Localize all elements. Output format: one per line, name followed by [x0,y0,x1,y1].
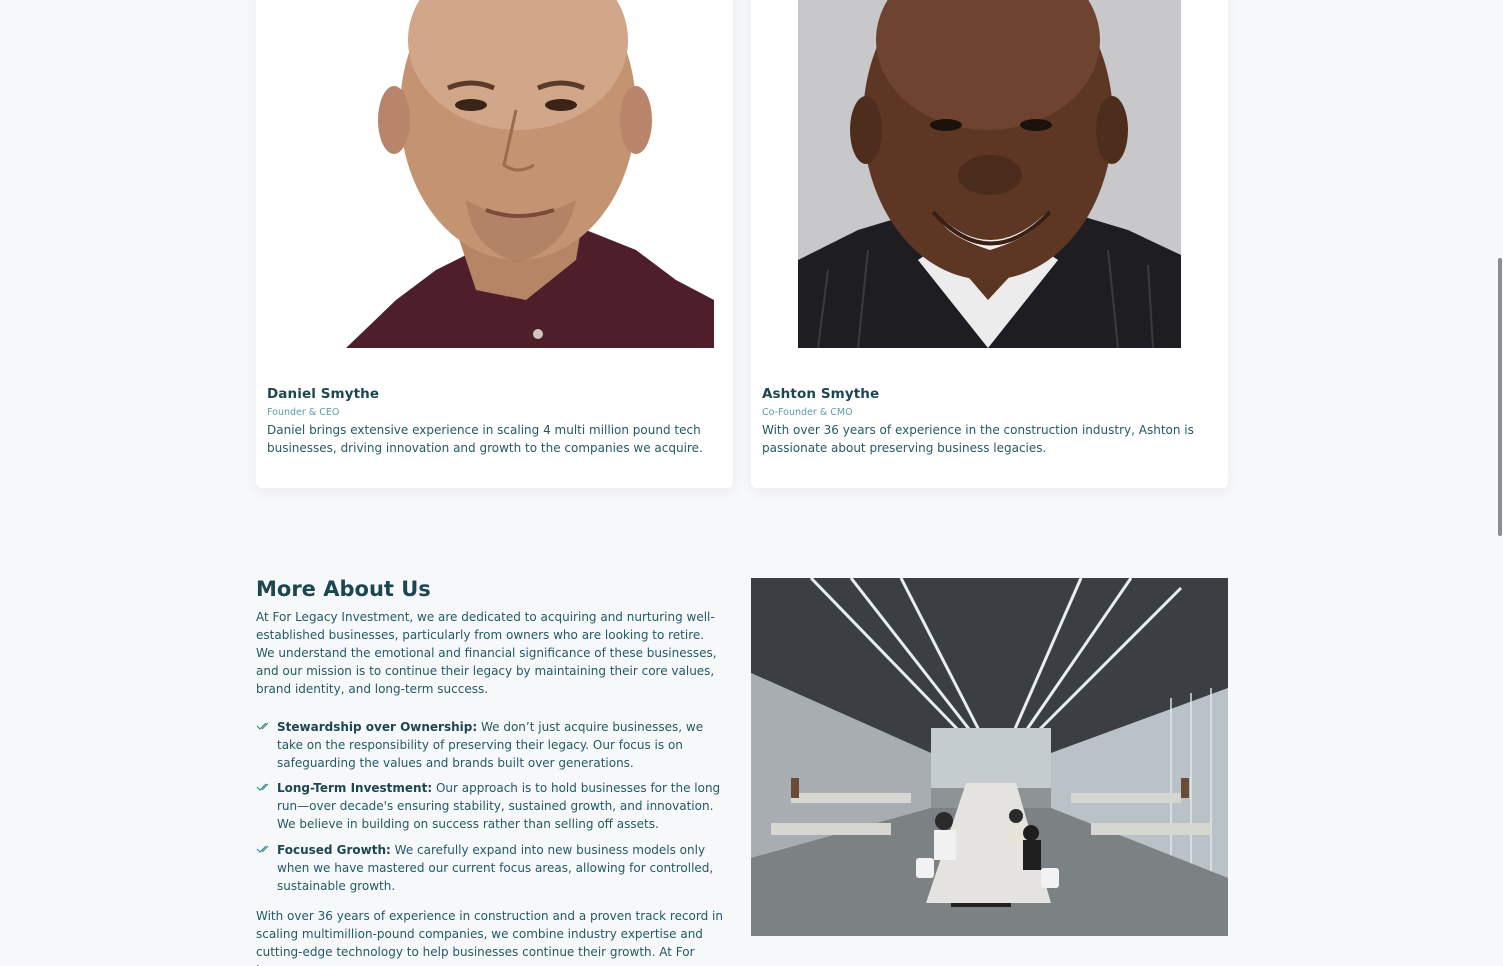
team-member-role: Co-Founder & CMO [762,407,853,418]
about-point-text: Long-Term Investment: Our approach is to… [277,779,730,833]
team-member-bio: Daniel brings extensive experience in sc… [267,423,703,455]
about-point-label: Focused Growth: [277,843,391,857]
about-point-label: Long-Term Investment: [277,781,433,795]
team-member-name: Daniel Smythe [267,386,380,402]
double-check-icon [256,845,269,853]
about-intro-paragraph: At For Legacy Investment, we are dedicat… [256,610,717,696]
team-card-daniel: Daniel Smythe Founder & CEO Daniel bring… [256,0,733,488]
team-card-ashton: Ashton Smythe Co-Founder & CMO With over… [751,0,1228,488]
team-member-bio: With over 36 years of experience in the … [762,423,1194,455]
ashton-portrait-photo [798,0,1181,348]
double-check-icon [256,722,269,730]
team-section: Daniel Smythe Founder & CEO Daniel bring… [256,0,1228,488]
about-section-title: More About Us [256,577,431,601]
daniel-portrait-photo [276,0,714,348]
office-interior-photo [751,578,1228,936]
about-point-label: Stewardship over Ownership: [277,720,478,734]
double-check-icon [256,783,269,791]
team-member-name: Ashton Smythe [762,386,880,402]
page-scrollbar-track[interactable] [1497,0,1503,966]
page-scrollbar-thumb[interactable] [1498,258,1502,536]
about-point-text: Focused Growth: We carefully expand into… [277,841,730,895]
team-member-role: Founder & CEO [267,407,340,418]
about-outro-paragraph: With over 36 years of experience in cons… [256,909,723,966]
about-point-text: Stewardship over Ownership: We don’t jus… [277,718,730,772]
